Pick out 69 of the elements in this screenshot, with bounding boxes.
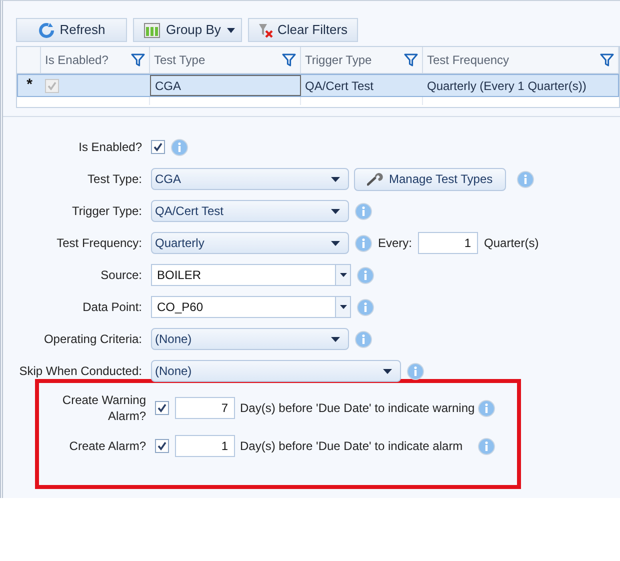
table-cell-text: Quarterly (Every 1 Quarter(s)) bbox=[426, 78, 588, 94]
table-cell: CGA bbox=[150, 75, 301, 96]
field-label: Source: bbox=[100, 267, 143, 284]
info-icon bbox=[516, 170, 534, 188]
dropdown[interactable]: (None) bbox=[151, 360, 401, 382]
columns-icon bbox=[144, 22, 160, 38]
filter-icon[interactable] bbox=[131, 53, 145, 67]
wrench-icon bbox=[367, 172, 383, 186]
days-description: Day(s) before 'Due Date' to indicate alarm bbox=[240, 438, 464, 455]
days-field[interactable]: 7 bbox=[175, 397, 235, 419]
dropdown[interactable]: (None) bbox=[151, 328, 349, 350]
dropdown[interactable]: CGA bbox=[151, 168, 349, 190]
field-label: Skip When Conducted: bbox=[18, 363, 143, 380]
caret-icon bbox=[331, 208, 340, 214]
field-label: Data Point: bbox=[82, 299, 143, 316]
info-icon bbox=[357, 266, 374, 284]
grid-row[interactable]: * CGA QA/Cert Test Quarterly (Every 1 Quarter(s)) bbox=[17, 74, 619, 97]
caret-icon bbox=[340, 273, 346, 277]
checkbox[interactable] bbox=[155, 439, 169, 453]
every-label: Every: bbox=[378, 235, 412, 252]
filter-icon[interactable] bbox=[600, 53, 614, 67]
checkbox[interactable] bbox=[151, 140, 165, 154]
info-icon bbox=[355, 330, 372, 348]
info-icon bbox=[407, 362, 424, 380]
field-label: Create Alarm? bbox=[68, 438, 147, 454]
days-field[interactable]: 1 bbox=[175, 435, 235, 457]
info-icon bbox=[355, 202, 372, 220]
dropdown[interactable]: QA/Cert Test bbox=[151, 200, 349, 222]
info-icon bbox=[478, 400, 495, 416]
group-by-button[interactable]: Group By bbox=[133, 18, 242, 42]
combo-field[interactable]: BOILER bbox=[151, 264, 351, 286]
field-label: Is Enabled? bbox=[78, 139, 143, 156]
filter-icon[interactable] bbox=[404, 53, 418, 67]
field-label: Operating Criteria: bbox=[42, 331, 143, 348]
info-icon bbox=[355, 234, 372, 252]
manage-test-types-button[interactable]: Manage Test Types bbox=[354, 168, 506, 190]
column-header[interactable]: Is Enabled? bbox=[41, 47, 150, 73]
unit-label: Quarter(s) bbox=[484, 235, 539, 252]
caret-icon bbox=[227, 28, 235, 32]
refresh-icon bbox=[38, 22, 55, 38]
column-header[interactable]: Trigger Type bbox=[301, 47, 423, 73]
combo-field[interactable]: CO_P60 bbox=[151, 296, 351, 318]
row-marker: * bbox=[26, 75, 34, 96]
caret-icon bbox=[383, 368, 392, 374]
field-label: Create Warning Alarm? bbox=[61, 392, 147, 424]
caret-icon bbox=[331, 336, 340, 342]
dropdown-button[interactable] bbox=[335, 297, 350, 317]
dropdown-button[interactable] bbox=[335, 265, 350, 285]
checkbox[interactable] bbox=[155, 401, 169, 415]
column-header[interactable]: Test Type bbox=[150, 47, 301, 73]
info-icon bbox=[171, 138, 188, 156]
caret-icon bbox=[340, 305, 346, 309]
column-header[interactable]: Test Frequency bbox=[423, 47, 619, 73]
field-label: Test Frequency: bbox=[56, 235, 143, 252]
table-cell-text: QA/Cert Test bbox=[304, 78, 374, 94]
every-field[interactable]: 1 bbox=[418, 232, 478, 254]
clear-filter-icon bbox=[258, 22, 274, 38]
days-description: Day(s) before 'Due Date' to indicate warning bbox=[240, 400, 476, 417]
dropdown[interactable]: Quarterly bbox=[151, 232, 349, 254]
filter-icon[interactable] bbox=[282, 53, 296, 67]
clear-filters-button[interactable]: Clear Filters bbox=[248, 18, 358, 42]
info-icon bbox=[357, 298, 374, 316]
field-label: Test Type: bbox=[86, 171, 143, 188]
checkbox[interactable] bbox=[45, 78, 59, 92]
info-icon bbox=[478, 438, 495, 454]
caret-icon bbox=[331, 176, 340, 182]
caret-icon bbox=[331, 240, 340, 246]
refresh-button[interactable]: Refresh bbox=[16, 18, 127, 42]
field-label: Trigger Type: bbox=[70, 203, 143, 220]
